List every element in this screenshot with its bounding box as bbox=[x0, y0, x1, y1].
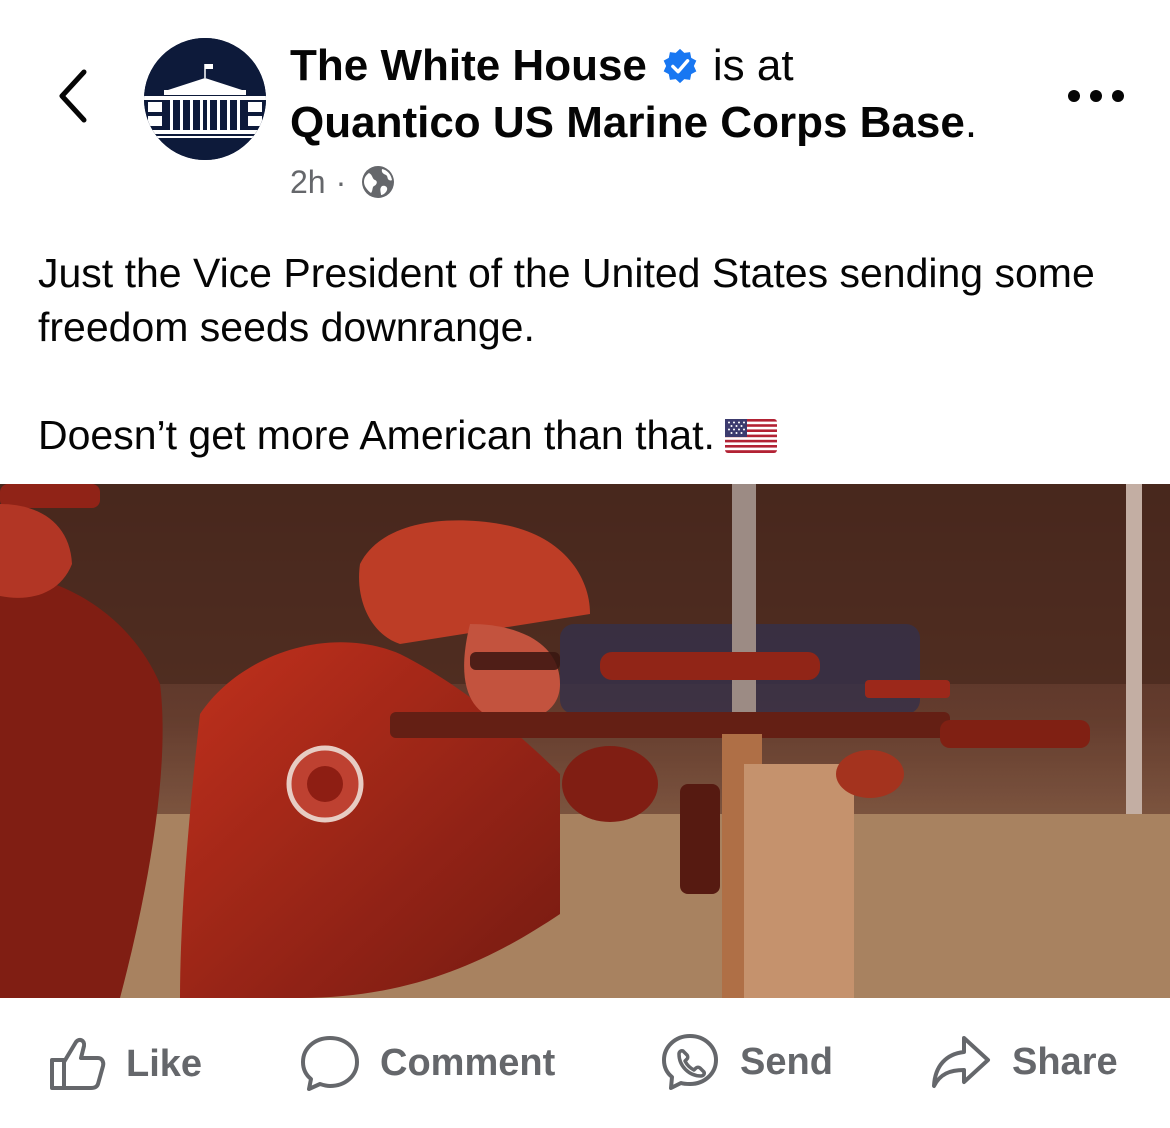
comment-label: Comment bbox=[380, 1041, 556, 1084]
post-time[interactable]: 2h bbox=[290, 160, 326, 204]
author-block: The White House is at Quantico US Marine… bbox=[290, 38, 1050, 152]
back-button[interactable] bbox=[44, 58, 100, 134]
post-body: Just the Vice President of the United St… bbox=[38, 246, 1138, 462]
verb-text: is at bbox=[712, 41, 794, 90]
meta-separator: · bbox=[335, 164, 347, 200]
author-name[interactable]: The White House bbox=[290, 38, 647, 94]
more-dots-icon bbox=[1068, 90, 1124, 102]
share-label: Share bbox=[1012, 1040, 1118, 1083]
comment-button[interactable]: Comment bbox=[300, 1034, 555, 1092]
share-arrow-icon bbox=[932, 1036, 990, 1088]
share-button[interactable]: Share bbox=[930, 1032, 1118, 1092]
more-options-button[interactable] bbox=[1060, 78, 1132, 114]
thumbs-up-icon bbox=[50, 1037, 106, 1090]
comment-bubble-icon bbox=[301, 1036, 359, 1091]
send-button[interactable]: Send bbox=[660, 1032, 833, 1092]
verified-badge-icon bbox=[663, 48, 697, 84]
like-button[interactable]: Like bbox=[48, 1036, 202, 1092]
post-header: The White House is at Quantico US Marine… bbox=[0, 0, 1170, 230]
avatar[interactable] bbox=[144, 38, 266, 160]
send-label: Send bbox=[740, 1040, 833, 1083]
us-flag-emoji-icon bbox=[724, 419, 777, 453]
chevron-left-icon bbox=[59, 69, 87, 123]
messenger-icon bbox=[662, 1034, 718, 1090]
globe-icon bbox=[362, 166, 395, 198]
post-text-line-2-text: Doesn’t get more American than that. bbox=[38, 412, 715, 458]
location-line: Quantico US Marine Corps Base. bbox=[290, 94, 1050, 152]
location-link[interactable]: Quantico US Marine Corps Base bbox=[290, 98, 965, 147]
location-period: . bbox=[964, 98, 978, 147]
post-meta: 2h · bbox=[290, 160, 396, 204]
post-photo[interactable] bbox=[0, 484, 1170, 998]
post-text-line-2: Doesn’t get more American than that. bbox=[38, 408, 1138, 462]
author-line: The White House is at bbox=[290, 38, 1050, 94]
white-house-logo bbox=[144, 38, 266, 160]
post-text-line-1: Just the Vice President of the United St… bbox=[38, 250, 1095, 350]
action-bar: Like Comment Send Share bbox=[0, 1000, 1170, 1128]
photo-image bbox=[0, 484, 1170, 998]
like-label: Like bbox=[126, 1042, 203, 1085]
